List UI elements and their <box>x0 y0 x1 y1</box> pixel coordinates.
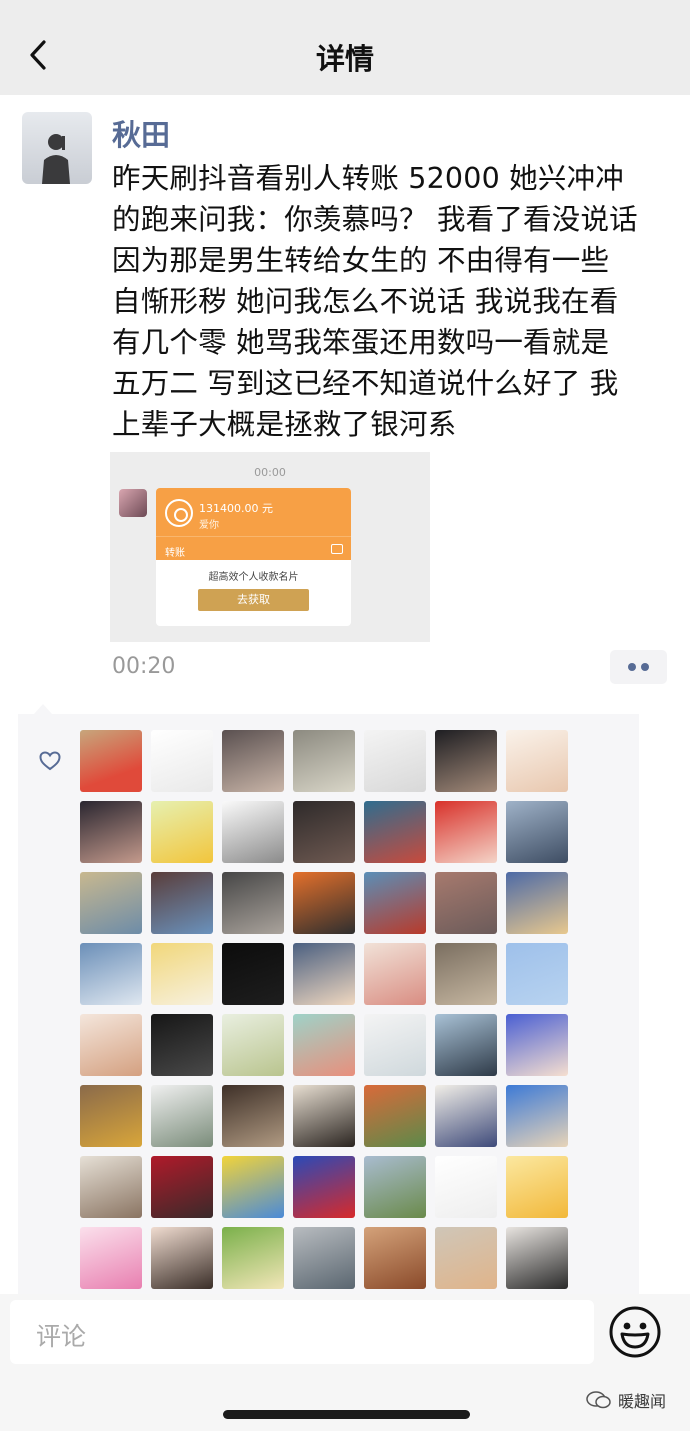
page-title: 详情 <box>315 42 374 76</box>
astronaut-roses-avatar[interactable] <box>364 801 426 863</box>
long-hair-girl-avatar[interactable] <box>293 1085 355 1147</box>
card-divider <box>156 536 351 537</box>
flag-avatar[interactable] <box>435 801 497 863</box>
comment-placeholder: 评论 <box>36 1322 87 1351</box>
home-indicator <box>223 1410 470 1419</box>
dot-icon <box>628 663 636 671</box>
blue-sky-avatar[interactable] <box>80 943 142 1005</box>
chandelier-avatar[interactable] <box>293 730 355 792</box>
watermark-text: 暖趣闻 <box>618 1392 667 1411</box>
screenshot-time: 00:00 <box>254 466 286 479</box>
white-hair-anime-avatar[interactable] <box>364 1014 426 1076</box>
blue-hair-anime-avatar[interactable] <box>506 1014 568 1076</box>
line-sketch-boy-avatar[interactable] <box>151 730 213 792</box>
seaside-man-avatar[interactable] <box>435 1014 497 1076</box>
statue-avatar[interactable] <box>435 943 497 1005</box>
elmo-avatar[interactable] <box>293 1156 355 1218</box>
yellow-emoji-avatar[interactable] <box>506 1156 568 1218</box>
helmet-figure-avatar[interactable] <box>80 1085 142 1147</box>
comment-bar: 评论 暖趣闻 <box>0 1294 690 1431</box>
ad-text: 超高效个人收款名片 <box>208 572 299 583</box>
post-text-line: 上辈子大概是拯救了银河系 <box>112 408 457 441</box>
girl-selfie-avatar[interactable] <box>222 730 284 792</box>
author-avatar[interactable] <box>22 112 92 184</box>
dark-hair-girl-avatar[interactable] <box>435 730 497 792</box>
laughing-baby-avatar[interactable] <box>364 943 426 1005</box>
likes-pointer <box>34 704 52 714</box>
post-text-line: 五万二 写到这已经不知道说什么好了 我 <box>112 367 619 400</box>
masked-man-avatar[interactable] <box>506 1227 568 1289</box>
red-landscape-avatar[interactable] <box>364 872 426 934</box>
corridor-avatar[interactable] <box>293 1227 355 1289</box>
girl-black-hair-avatar[interactable] <box>80 801 142 863</box>
train-cartoon-avatar[interactable] <box>222 1227 284 1289</box>
likes-panel <box>18 714 639 1294</box>
transfer-icon <box>165 499 193 527</box>
man-portrait-avatar[interactable] <box>222 872 284 934</box>
yellow-chick-avatar[interactable] <box>151 801 213 863</box>
transfer-note: 爱你 <box>199 520 219 531</box>
post-time: 00:20 <box>112 654 176 679</box>
transfer-card: 131400.00 元 爱你 转账 超高效个人收款名片 去获取 <box>156 488 351 626</box>
dark-figure-avatar[interactable] <box>293 801 355 863</box>
post-text: 昨天刷抖音看别人转账 52000 她兴冲冲 的跑来问我：你羡慕吗？ 我看了看没说话… <box>112 158 677 445</box>
manga-boy-avatar[interactable] <box>222 801 284 863</box>
transfer-amount: 131400.00 元 <box>199 502 273 515</box>
boy-illustration-avatar[interactable] <box>435 1085 497 1147</box>
transfer-type: 转账 <box>165 548 185 559</box>
post-text-line: 自惭形秽 她问我怎么不说话 我说我在看 <box>112 285 619 318</box>
snowy-mountain-avatar[interactable] <box>506 801 568 863</box>
hand-cat-avatar[interactable] <box>435 872 497 934</box>
sketch-figure-avatar[interactable] <box>364 730 426 792</box>
post-text-line: 的跑来问我：你羡慕吗？ 我看了看没说话 <box>112 203 638 236</box>
wallet-icon <box>331 544 343 554</box>
teddy-bear-avatar[interactable] <box>364 1227 426 1289</box>
wechat-logo-icon <box>586 1391 611 1409</box>
dark-hand-avatar[interactable] <box>151 1014 213 1076</box>
post-text-line: 有几个零 她骂我笨蛋还用数吗一看就是 <box>112 326 610 359</box>
cap-boy-avatar[interactable] <box>222 1085 284 1147</box>
blindfold-boy-avatar[interactable] <box>151 1085 213 1147</box>
anime-spiky-avatar[interactable] <box>506 872 568 934</box>
flower-wall-avatar[interactable] <box>80 872 142 934</box>
kim-possible-avatar[interactable] <box>364 1085 426 1147</box>
post-text-line: 因为那是男生转给女生的 不由得有一些 <box>112 244 610 277</box>
cat-avatar[interactable] <box>80 1156 142 1218</box>
black-bear-avatar[interactable] <box>222 943 284 1005</box>
get-button: 去获取 <box>198 589 309 611</box>
smiley-icon[interactable] <box>608 1305 662 1359</box>
field-figure-avatar[interactable] <box>364 1156 426 1218</box>
nav-bar: 详情 <box>0 0 690 95</box>
silhouette-avatar-image <box>42 134 70 184</box>
author-name[interactable]: 秋田 <box>112 112 170 154</box>
heart-outline-icon <box>39 751 61 771</box>
dot-icon <box>641 663 649 671</box>
post-text-line: 昨天刷抖音看别人转账 52000 她兴冲冲 <box>112 162 624 195</box>
shark-hoodie-avatar[interactable] <box>151 872 213 934</box>
cartoon-blue-boy-avatar[interactable] <box>506 1085 568 1147</box>
watermark: 暖趣闻 <box>586 1386 666 1414</box>
bart-simpson-avatar[interactable] <box>222 1156 284 1218</box>
cartoon-laughing-avatar[interactable] <box>293 1014 355 1076</box>
hat-girl-avatar[interactable] <box>435 1227 497 1289</box>
white-dino-avatar[interactable] <box>435 1156 497 1218</box>
light-blue-avatar[interactable] <box>506 943 568 1005</box>
red-hair-girl-avatar[interactable] <box>151 1156 213 1218</box>
blonde-anime-avatar[interactable] <box>151 943 213 1005</box>
girl-corgi-avatar[interactable] <box>222 1014 284 1076</box>
orange-cat-avatar[interactable] <box>293 872 355 934</box>
little-girl-avatar[interactable] <box>151 1227 213 1289</box>
kawaii-heart-avatar[interactable] <box>80 1227 142 1289</box>
screenshot-avatar <box>119 489 147 517</box>
anime-girl-avatar[interactable] <box>506 730 568 792</box>
comment-input[interactable]: 评论 <box>10 1300 594 1364</box>
bald-cartoon-kid-avatar[interactable] <box>80 730 142 792</box>
post-image[interactable]: 00:00 131400.00 元 爱你 转账 超高效个人收款名片 去获取 <box>110 452 430 642</box>
more-actions-button[interactable] <box>610 650 667 684</box>
mask-boy-avatar[interactable] <box>80 1014 142 1076</box>
anime-boy-avatar[interactable] <box>293 943 355 1005</box>
